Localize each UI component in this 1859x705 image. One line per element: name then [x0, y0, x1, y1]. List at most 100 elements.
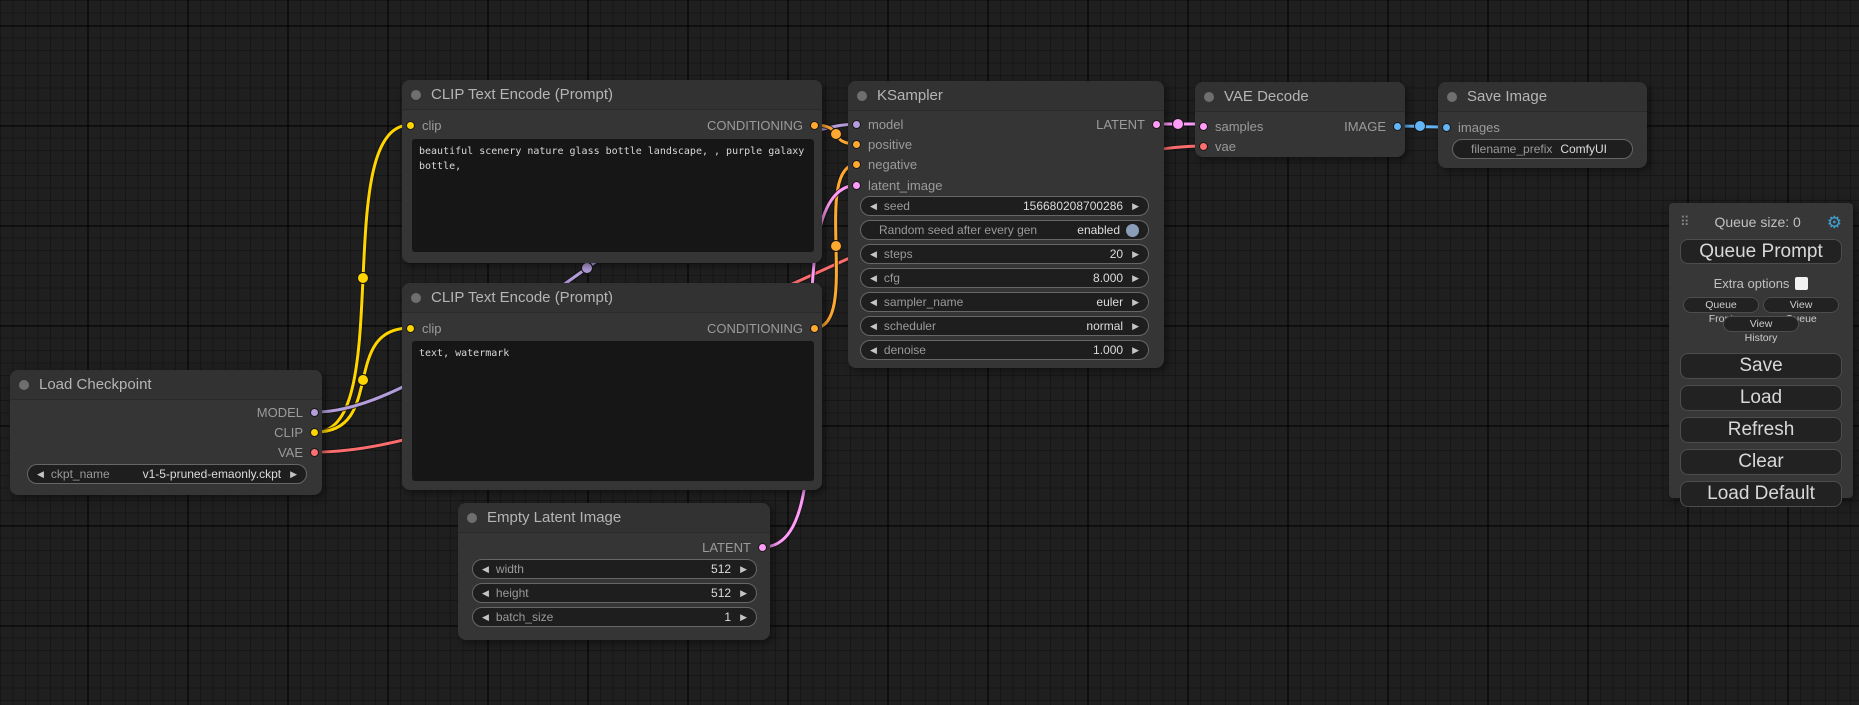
refresh-button[interactable]: Refresh: [1680, 417, 1842, 443]
queue-front-button[interactable]: Queue Front: [1683, 297, 1759, 313]
decrement-arrow-icon[interactable]: ◀: [870, 322, 877, 331]
node-save-image[interactable]: Save Image images filename_prefix ComfyU…: [1438, 82, 1647, 168]
collapse-dot[interactable]: [411, 90, 421, 100]
decrement-arrow-icon[interactable]: ◀: [870, 202, 877, 211]
increment-arrow-icon[interactable]: ▶: [1132, 202, 1139, 211]
node-title-bar[interactable]: Save Image: [1438, 82, 1647, 112]
decrement-arrow-icon[interactable]: ◀: [482, 589, 489, 598]
output-port-conditioning[interactable]: CONDITIONING: [707, 318, 819, 338]
clear-button[interactable]: Clear: [1680, 449, 1842, 475]
increment-arrow-icon[interactable]: ▶: [740, 565, 747, 574]
vae-port-dot[interactable]: [310, 448, 319, 457]
queue-panel[interactable]: ⠿ Queue size: 0 ⚙ Queue Prompt Extra opt…: [1669, 203, 1853, 498]
conditioning-port-dot[interactable]: [852, 140, 861, 149]
collapse-dot[interactable]: [467, 513, 477, 523]
model-port-dot[interactable]: [310, 408, 319, 417]
decrement-arrow-icon[interactable]: ◀: [870, 298, 877, 307]
decrement-arrow-icon[interactable]: ◀: [37, 470, 44, 479]
negative-prompt-textarea[interactable]: text, watermark: [412, 341, 814, 481]
width-widget[interactable]: ◀ width 512 ▶: [472, 559, 757, 579]
ckpt-name-widget[interactable]: ◀ ckpt_name v1-5-pruned-emaonly.ckpt ▶: [27, 464, 307, 484]
input-port-clip[interactable]: clip: [406, 318, 442, 338]
output-port-vae[interactable]: VAE: [278, 442, 319, 462]
latent-port-dot[interactable]: [1199, 122, 1208, 131]
increment-arrow-icon[interactable]: ▶: [740, 613, 747, 622]
extra-options-checkbox[interactable]: [1795, 277, 1808, 290]
node-empty-latent-image[interactable]: Empty Latent Image LATENT ◀ width 512 ▶ …: [458, 503, 770, 640]
denoise-widget[interactable]: ◀ denoise 1.000 ▶: [860, 340, 1149, 360]
load-default-button[interactable]: Load Default: [1680, 481, 1842, 507]
output-port-conditioning[interactable]: CONDITIONING: [707, 115, 819, 135]
input-port-model[interactable]: model: [852, 114, 903, 134]
image-port-dot[interactable]: [1393, 122, 1402, 131]
latent-port-dot[interactable]: [1152, 120, 1161, 129]
node-ksampler[interactable]: KSampler model positive negative latent_…: [848, 81, 1164, 368]
conditioning-port-dot[interactable]: [810, 324, 819, 333]
positive-prompt-textarea[interactable]: beautiful scenery nature glass bottle la…: [412, 139, 814, 252]
cfg-widget[interactable]: ◀ cfg 8.000 ▶: [860, 268, 1149, 288]
seed-widget[interactable]: ◀ seed 156680208700286 ▶: [860, 196, 1149, 216]
node-title-bar[interactable]: VAE Decode: [1195, 82, 1405, 112]
increment-arrow-icon[interactable]: ▶: [1132, 274, 1139, 283]
decrement-arrow-icon[interactable]: ◀: [870, 346, 877, 355]
input-port-latent-image[interactable]: latent_image: [852, 175, 942, 195]
scheduler-widget[interactable]: ◀ scheduler normal ▶: [860, 316, 1149, 336]
node-title-bar[interactable]: CLIP Text Encode (Prompt): [402, 80, 822, 110]
input-port-clip[interactable]: clip: [406, 115, 442, 135]
decrement-arrow-icon[interactable]: ◀: [870, 274, 877, 283]
collapse-dot[interactable]: [857, 91, 867, 101]
output-port-latent[interactable]: LATENT: [1096, 114, 1161, 134]
clip-port-dot[interactable]: [406, 121, 415, 130]
image-port-dot[interactable]: [1442, 123, 1451, 132]
filename-prefix-widget[interactable]: filename_prefix ComfyUI: [1452, 139, 1633, 159]
batch-size-widget[interactable]: ◀ batch_size 1 ▶: [472, 607, 757, 627]
clip-port-dot[interactable]: [406, 324, 415, 333]
queue-prompt-button[interactable]: Queue Prompt: [1680, 239, 1842, 264]
random-seed-toggle-widget[interactable]: Random seed after every gen enabled: [860, 220, 1149, 240]
input-port-images[interactable]: images: [1442, 117, 1500, 137]
node-title-bar[interactable]: KSampler: [848, 81, 1164, 111]
increment-arrow-icon[interactable]: ▶: [740, 589, 747, 598]
decrement-arrow-icon[interactable]: ◀: [870, 250, 877, 259]
input-port-negative[interactable]: negative: [852, 154, 917, 174]
node-title-bar[interactable]: Load Checkpoint: [10, 370, 322, 400]
output-port-model[interactable]: MODEL: [257, 402, 319, 422]
output-port-latent[interactable]: LATENT: [702, 537, 767, 557]
height-widget[interactable]: ◀ height 512 ▶: [472, 583, 757, 603]
collapse-dot[interactable]: [1204, 92, 1214, 102]
increment-arrow-icon[interactable]: ▶: [1132, 322, 1139, 331]
latent-port-dot[interactable]: [758, 543, 767, 552]
sampler-name-widget[interactable]: ◀ sampler_name euler ▶: [860, 292, 1149, 312]
node-title-bar[interactable]: CLIP Text Encode (Prompt): [402, 283, 822, 313]
latent-port-dot[interactable]: [852, 181, 861, 190]
input-port-vae[interactable]: vae: [1199, 136, 1236, 156]
model-port-dot[interactable]: [852, 120, 861, 129]
drag-handle-icon[interactable]: ⠿: [1680, 214, 1689, 230]
node-clip-text-encode-positive[interactable]: CLIP Text Encode (Prompt) clip CONDITION…: [402, 80, 822, 263]
increment-arrow-icon[interactable]: ▶: [1132, 250, 1139, 259]
collapse-dot[interactable]: [19, 380, 29, 390]
clip-port-dot[interactable]: [310, 428, 319, 437]
conditioning-port-dot[interactable]: [852, 160, 861, 169]
output-port-clip[interactable]: CLIP: [274, 422, 319, 442]
increment-arrow-icon[interactable]: ▶: [1132, 298, 1139, 307]
increment-arrow-icon[interactable]: ▶: [290, 470, 297, 479]
node-graph-canvas[interactable]: Load Checkpoint MODEL CLIP VAE ◀ ckpt_na…: [0, 0, 1859, 705]
collapse-dot[interactable]: [1447, 92, 1457, 102]
toggle-dot[interactable]: [1126, 224, 1139, 237]
save-button[interactable]: Save: [1680, 353, 1842, 379]
conditioning-port-dot[interactable]: [810, 121, 819, 130]
steps-widget[interactable]: ◀ steps 20 ▶: [860, 244, 1149, 264]
vae-port-dot[interactable]: [1199, 142, 1208, 151]
input-port-positive[interactable]: positive: [852, 134, 912, 154]
view-history-button[interactable]: View History: [1723, 316, 1799, 332]
increment-arrow-icon[interactable]: ▶: [1132, 346, 1139, 355]
decrement-arrow-icon[interactable]: ◀: [482, 613, 489, 622]
node-clip-text-encode-negative[interactable]: CLIP Text Encode (Prompt) clip CONDITION…: [402, 283, 822, 490]
node-vae-decode[interactable]: VAE Decode samples vae IMAGE: [1195, 82, 1405, 157]
output-port-image[interactable]: IMAGE: [1344, 116, 1402, 136]
node-title-bar[interactable]: Empty Latent Image: [458, 503, 770, 533]
collapse-dot[interactable]: [411, 293, 421, 303]
load-button[interactable]: Load: [1680, 385, 1842, 411]
node-load-checkpoint[interactable]: Load Checkpoint MODEL CLIP VAE ◀ ckpt_na…: [10, 370, 322, 495]
